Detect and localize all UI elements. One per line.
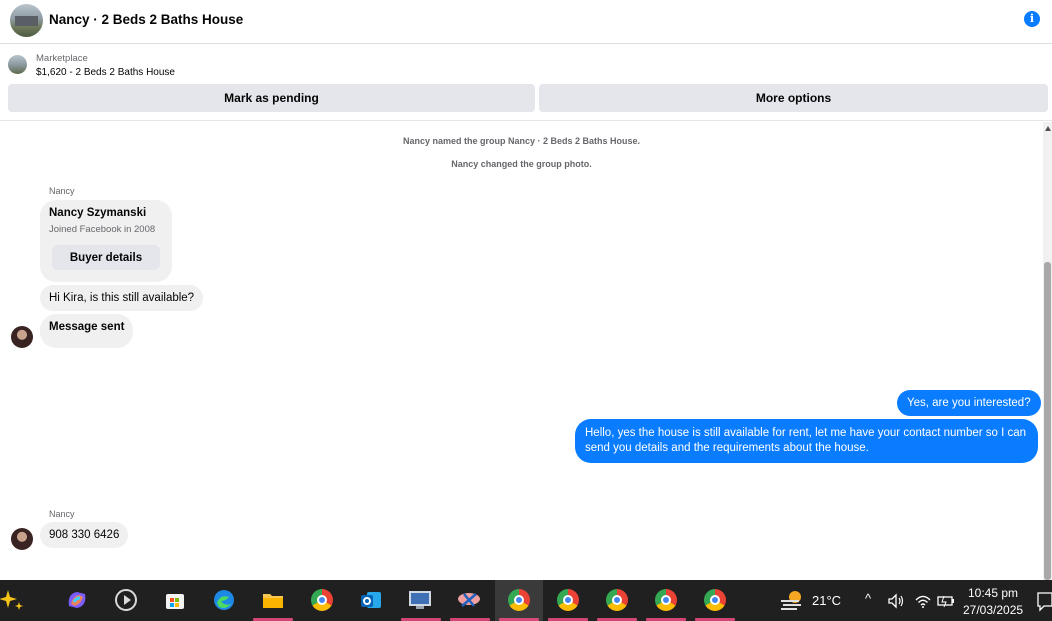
outgoing-message[interactable]: Hello, yes the house is still available … [575,419,1038,463]
wifi-icon[interactable] [913,588,933,614]
clock-time[interactable]: 10:45 pm [968,586,1018,600]
info-icon[interactable]: i [1024,11,1040,27]
system-message: Nancy named the group Nancy · 2 Beds 2 B… [402,136,641,146]
remote-desktop-icon[interactable] [407,587,433,613]
chrome-profile-icon[interactable] [506,587,532,613]
buyer-joined-date: Joined Facebook in 2008 [49,224,156,235]
microsoft-store-icon[interactable] [162,587,188,613]
chrome-profile-icon[interactable] [555,587,581,613]
chrome-profile-icon[interactable] [702,587,728,613]
volume-icon[interactable] [886,588,906,614]
listing-thumbnail[interactable] [8,55,27,74]
group-avatar[interactable] [10,4,43,37]
sender-avatar[interactable] [11,528,33,550]
outgoing-message[interactable]: Yes, are you interested? [897,390,1041,416]
edge-browser-icon[interactable] [211,587,237,613]
message-thread[interactable]: Nancy named the group Nancy · 2 Beds 2 B… [0,122,1043,580]
marketplace-label: Marketplace [36,53,88,64]
chat-header: Nancy · 2 Beds 2 Baths House i [0,0,1052,44]
scrollbar-thumb[interactable] [1044,262,1051,580]
buyer-profile-card: Nancy Szymanski Joined Facebook in 2008 … [40,200,172,282]
copilot-app-icon[interactable] [64,587,90,613]
listing-title[interactable]: $1,620 - 2 Beds 2 Baths House [36,67,175,78]
incoming-message[interactable]: Hi Kira, is this still available? [40,285,204,311]
conversation-scrollbar[interactable] [1043,122,1052,580]
system-message: Nancy changed the group photo. [451,159,592,169]
marketplace-banner: Marketplace $1,620 - 2 Beds 2 Baths Hous… [0,45,1052,121]
mark-as-pending-button[interactable]: Mark as pending [8,84,535,112]
incoming-message[interactable]: 908 330 6426 [40,522,129,548]
chat-title[interactable]: Nancy · 2 Beds 2 Baths House [49,12,243,27]
sender-label: Nancy [49,509,75,519]
outlook-icon[interactable] [358,587,384,613]
snipping-tool-icon[interactable] [456,587,482,613]
buyer-name[interactable]: Nancy Szymanski [49,207,146,219]
sender-label: Nancy [49,186,75,196]
chrome-profile-icon[interactable] [653,587,679,613]
incoming-message[interactable]: Message sent [40,314,134,348]
chrome-icon[interactable] [309,587,335,613]
weather-icon[interactable] [779,587,805,613]
chevron-up-icon[interactable]: ^ [865,591,871,606]
weather-temperature[interactable]: 21°C [812,593,841,608]
more-options-button[interactable]: More options [539,84,1048,112]
copilot-sparkle-icon[interactable] [0,587,26,613]
clock-date[interactable]: 27/03/2025 [963,603,1023,617]
sender-avatar[interactable] [11,326,33,348]
buyer-details-button[interactable]: Buyer details [52,245,160,270]
media-player-icon[interactable] [113,587,139,613]
chrome-profile-icon[interactable] [604,587,630,613]
battery-icon[interactable] [935,588,957,614]
windows-taskbar: 21°C ^ 10:45 pm 27/03/2025 [0,580,1052,621]
notification-icon[interactable] [1036,589,1052,615]
file-explorer-icon[interactable] [260,587,286,613]
scroll-up-icon[interactable] [1045,126,1051,131]
